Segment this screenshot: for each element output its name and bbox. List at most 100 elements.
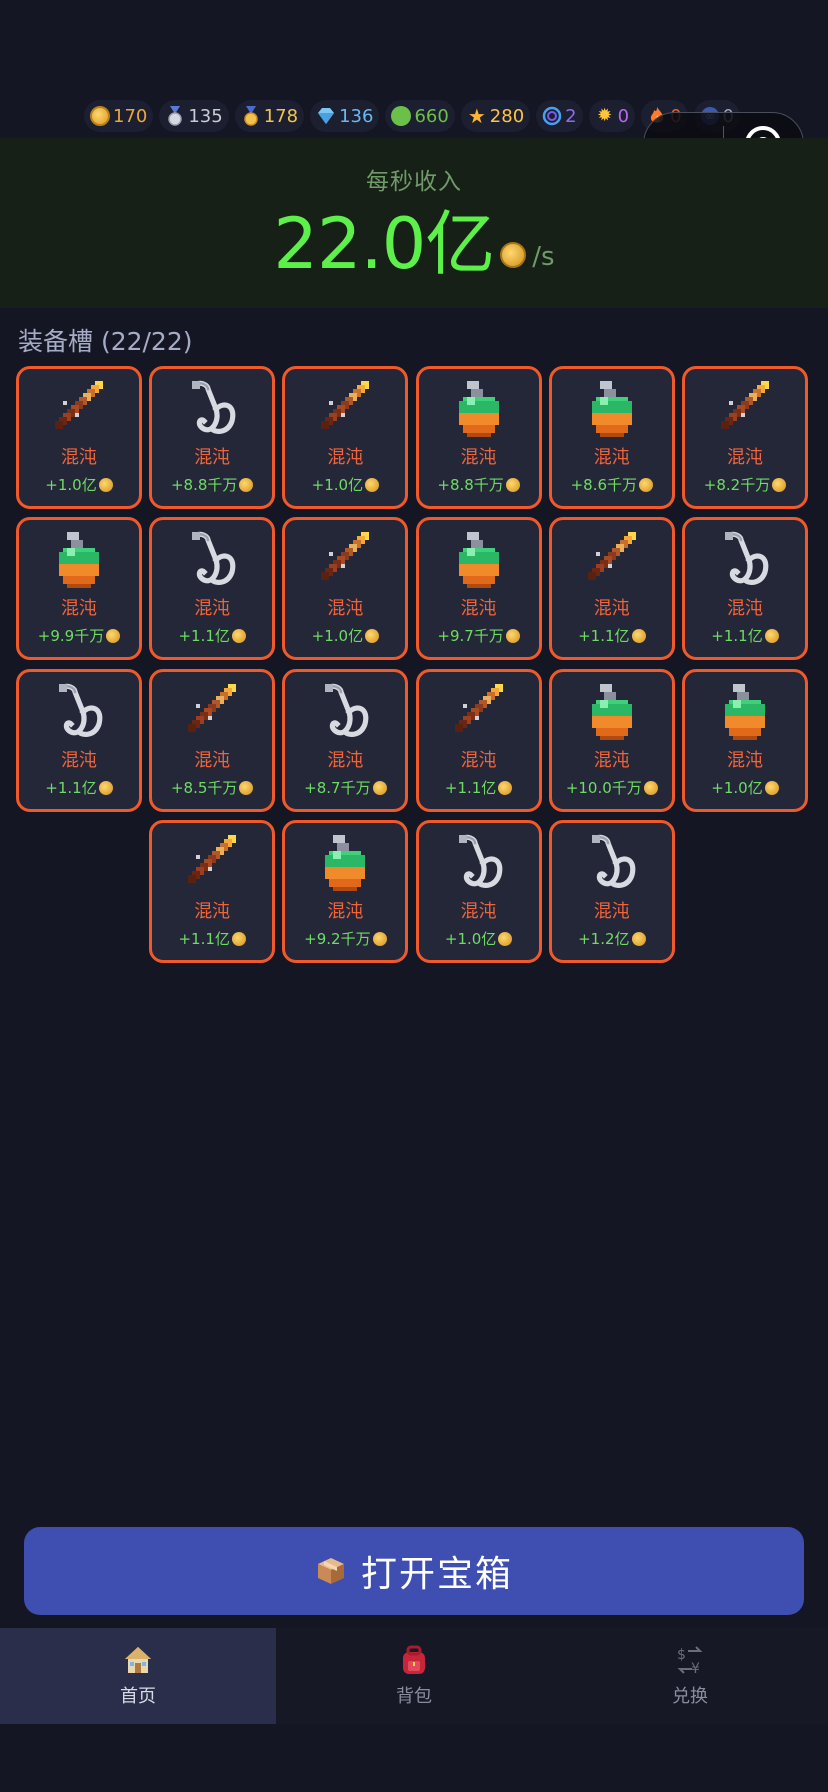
potion-icon bbox=[285, 823, 405, 897]
income-panel: 每秒收入 22.0亿 /s bbox=[0, 138, 828, 308]
item-bonus: +1.1亿 bbox=[419, 777, 539, 799]
item-bonus: +8.2千万 bbox=[685, 474, 805, 496]
sword-icon bbox=[419, 672, 539, 746]
currency-value: 136 bbox=[339, 105, 374, 127]
chest-box-icon bbox=[315, 1555, 347, 1587]
equipment-slot[interactable]: 混沌 +8.2千万 bbox=[682, 366, 808, 509]
item-name: 混沌 bbox=[327, 598, 364, 620]
bonus-value: +8.7千万 bbox=[304, 778, 371, 797]
item-bonus: +8.8千万 bbox=[419, 474, 539, 496]
currency-value: 0 bbox=[617, 105, 630, 127]
currency-silver-medal: 135 bbox=[159, 100, 229, 132]
item-bonus: +9.7千万 bbox=[419, 625, 539, 647]
equipment-slot[interactable]: 混沌 +1.1亿 bbox=[548, 517, 675, 661]
equipment-slot[interactable]: 混沌 +8.7千万 bbox=[282, 668, 409, 812]
gold-coin-icon bbox=[500, 242, 527, 268]
tab-exchange[interactable]: $ ¥ 兑换 bbox=[552, 1628, 828, 1724]
currency-value: 280 bbox=[489, 105, 525, 127]
bonus-value: +1.1亿 bbox=[578, 627, 630, 646]
gold-coin-icon bbox=[505, 478, 520, 492]
equipment-slot[interactable]: 混沌 +8.8千万 bbox=[149, 366, 276, 509]
equipment-slot[interactable]: 混沌 +8.5千万 bbox=[149, 668, 276, 812]
bonus-value: +9.9千万 bbox=[37, 627, 105, 646]
sword-icon bbox=[685, 369, 805, 443]
income-unit: /s bbox=[532, 242, 555, 272]
income-value: 22.0亿 bbox=[273, 203, 495, 285]
open-chest-button[interactable]: 打开宝箱 bbox=[24, 1527, 804, 1615]
gold-coin-icon bbox=[772, 478, 787, 492]
equipment-slot[interactable]: 混沌 +9.2千万 bbox=[282, 819, 409, 963]
hook-icon bbox=[419, 823, 539, 897]
item-bonus: +1.0亿 bbox=[285, 474, 405, 496]
item-name: 混沌 bbox=[61, 598, 97, 620]
item-name: 混沌 bbox=[460, 900, 497, 922]
item-name: 混沌 bbox=[460, 447, 497, 468]
item-bonus: +1.1亿 bbox=[19, 777, 139, 799]
sword-icon bbox=[285, 369, 405, 443]
bonus-value: +1.0亿 bbox=[311, 476, 364, 494]
gold-coin-icon bbox=[372, 931, 387, 946]
gold-coin-icon bbox=[98, 478, 113, 492]
diamond-icon bbox=[316, 106, 336, 126]
backpack-icon bbox=[398, 1644, 430, 1676]
equipment-slot[interactable]: 混沌 +8.6千万 bbox=[548, 366, 675, 509]
gold-coin-icon bbox=[231, 629, 246, 644]
item-bonus: +10.0千万 bbox=[552, 777, 672, 799]
equipment-slot[interactable]: 混沌 +1.1亿 bbox=[149, 517, 276, 661]
bonus-value: +9.7千万 bbox=[437, 627, 504, 646]
sword-icon bbox=[19, 369, 139, 443]
equipment-slot[interactable]: 混沌 +9.7千万 bbox=[415, 517, 542, 661]
item-name: 混沌 bbox=[194, 598, 231, 620]
equipment-slot[interactable]: 混沌 +1.0亿 bbox=[415, 819, 542, 963]
tab-home[interactable]: 首页 bbox=[0, 1628, 276, 1724]
item-bonus: +9.2千万 bbox=[285, 928, 405, 950]
svg-text:¥: ¥ bbox=[691, 1661, 700, 1676]
equipment-slot[interactable]: 混沌 +1.1亿 bbox=[149, 819, 276, 963]
equipment-slot[interactable]: 混沌 +1.0亿 bbox=[16, 366, 142, 509]
item-name: 混沌 bbox=[194, 749, 231, 771]
item-bonus: +1.1亿 bbox=[552, 625, 672, 647]
equipment-slot[interactable]: 混沌 +1.0亿 bbox=[282, 517, 409, 661]
item-bonus: +1.0亿 bbox=[285, 625, 405, 647]
equipment-slot[interactable]: 混沌 +9.9千万 bbox=[16, 517, 142, 661]
currency-value: 178 bbox=[263, 105, 299, 127]
bonus-value: +8.6千万 bbox=[570, 476, 638, 494]
home-icon bbox=[122, 1644, 154, 1676]
hook-icon bbox=[685, 520, 805, 594]
equipment-slot[interactable]: 混沌 +1.1亿 bbox=[682, 517, 808, 661]
item-name: 混沌 bbox=[593, 447, 630, 468]
tab-backpack[interactable]: 背包 bbox=[276, 1628, 552, 1724]
item-name: 混沌 bbox=[327, 900, 364, 922]
item-name: 混沌 bbox=[460, 749, 497, 771]
item-bonus: +1.0亿 bbox=[685, 777, 805, 799]
item-name: 混沌 bbox=[460, 598, 497, 620]
equipment-slot[interactable]: 混沌 +1.0亿 bbox=[282, 366, 409, 509]
bonus-value: +10.0千万 bbox=[565, 778, 642, 797]
gold-coin-icon bbox=[643, 780, 658, 795]
sun-icon: ✹ bbox=[597, 105, 613, 126]
item-name: 混沌 bbox=[727, 749, 763, 771]
gold-coin-icon bbox=[106, 629, 121, 644]
equipment-slot[interactable]: 混沌 +10.0千万 bbox=[548, 668, 675, 812]
item-bonus: +8.8千万 bbox=[152, 474, 272, 496]
income-label: 每秒收入 bbox=[366, 169, 462, 195]
equipment-slot[interactable]: 混沌 +1.0亿 bbox=[682, 668, 808, 812]
potion-icon bbox=[419, 520, 539, 594]
bonus-value: +8.5千万 bbox=[170, 778, 238, 797]
equipment-slot[interactable]: 混沌 +1.1亿 bbox=[415, 668, 542, 812]
open-chest-label: 打开宝箱 bbox=[360, 1554, 513, 1595]
item-bonus: +1.2亿 bbox=[552, 928, 672, 950]
equipment-slot[interactable]: 混沌 +1.2亿 bbox=[548, 819, 675, 963]
equipment-slot[interactable]: 混沌 +8.8千万 bbox=[415, 366, 542, 509]
equipment-slot[interactable]: 混沌 +1.1亿 bbox=[16, 668, 142, 812]
bonus-value: +1.2亿 bbox=[578, 929, 630, 948]
bonus-value: +8.8千万 bbox=[437, 476, 504, 494]
currency-value: 2 bbox=[565, 105, 577, 127]
bonus-value: +1.0亿 bbox=[711, 778, 763, 797]
bonus-value: +1.1亿 bbox=[178, 627, 230, 646]
gold-coin-icon bbox=[239, 478, 254, 492]
swirl-icon bbox=[542, 106, 562, 126]
item-bonus: +8.6千万 bbox=[552, 474, 672, 496]
gold-coin-icon bbox=[631, 931, 646, 946]
gold-coin-icon bbox=[365, 629, 380, 644]
